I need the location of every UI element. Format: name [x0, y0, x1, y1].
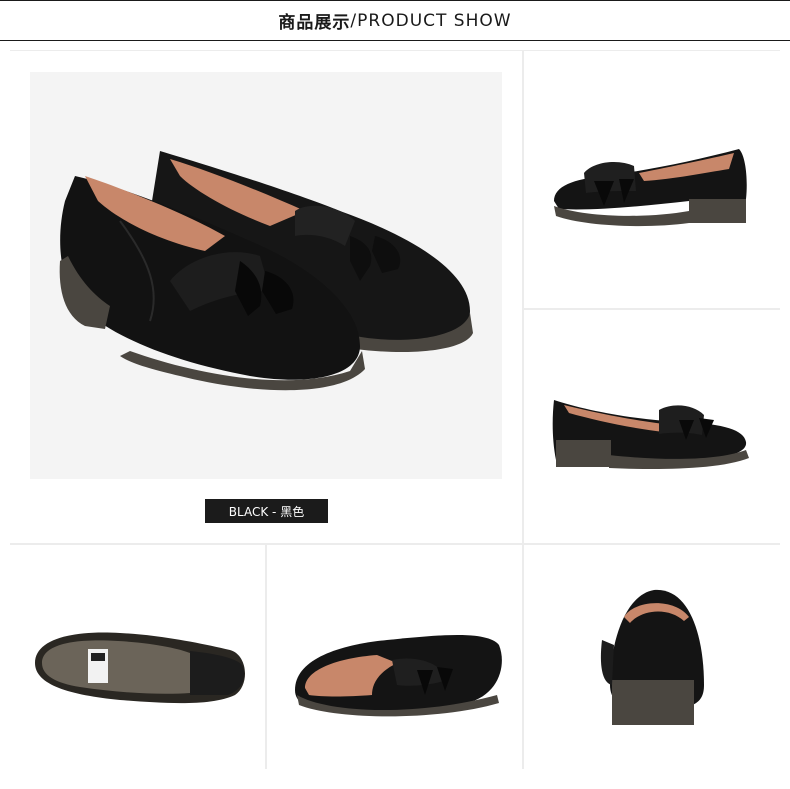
loafer-top-image	[295, 635, 502, 717]
photo-rear[interactable]	[524, 545, 780, 769]
section-header: 商品展示 / PRODUCT SHOW	[0, 0, 790, 41]
photo-top-down[interactable]	[267, 545, 522, 769]
loafer-side-image	[554, 149, 747, 227]
header-title-cn: 商品展示	[278, 13, 351, 33]
header-title-separator: /	[350, 10, 358, 31]
photo-sole[interactable]	[10, 545, 265, 769]
main-product-photo[interactable]: BLACK - 黑色	[10, 51, 522, 543]
color-variant-label: BLACK - 黑色	[205, 499, 328, 523]
loafer-rear-image	[600, 589, 704, 725]
loafer-pair-image	[59, 151, 473, 391]
photo-side-right[interactable]	[524, 310, 780, 543]
loafer-side-opposite-image	[552, 400, 749, 469]
photo-side-left[interactable]	[524, 51, 780, 308]
header-title-en: PRODUCT SHOW	[357, 10, 512, 31]
loafer-sole-image	[35, 632, 246, 704]
